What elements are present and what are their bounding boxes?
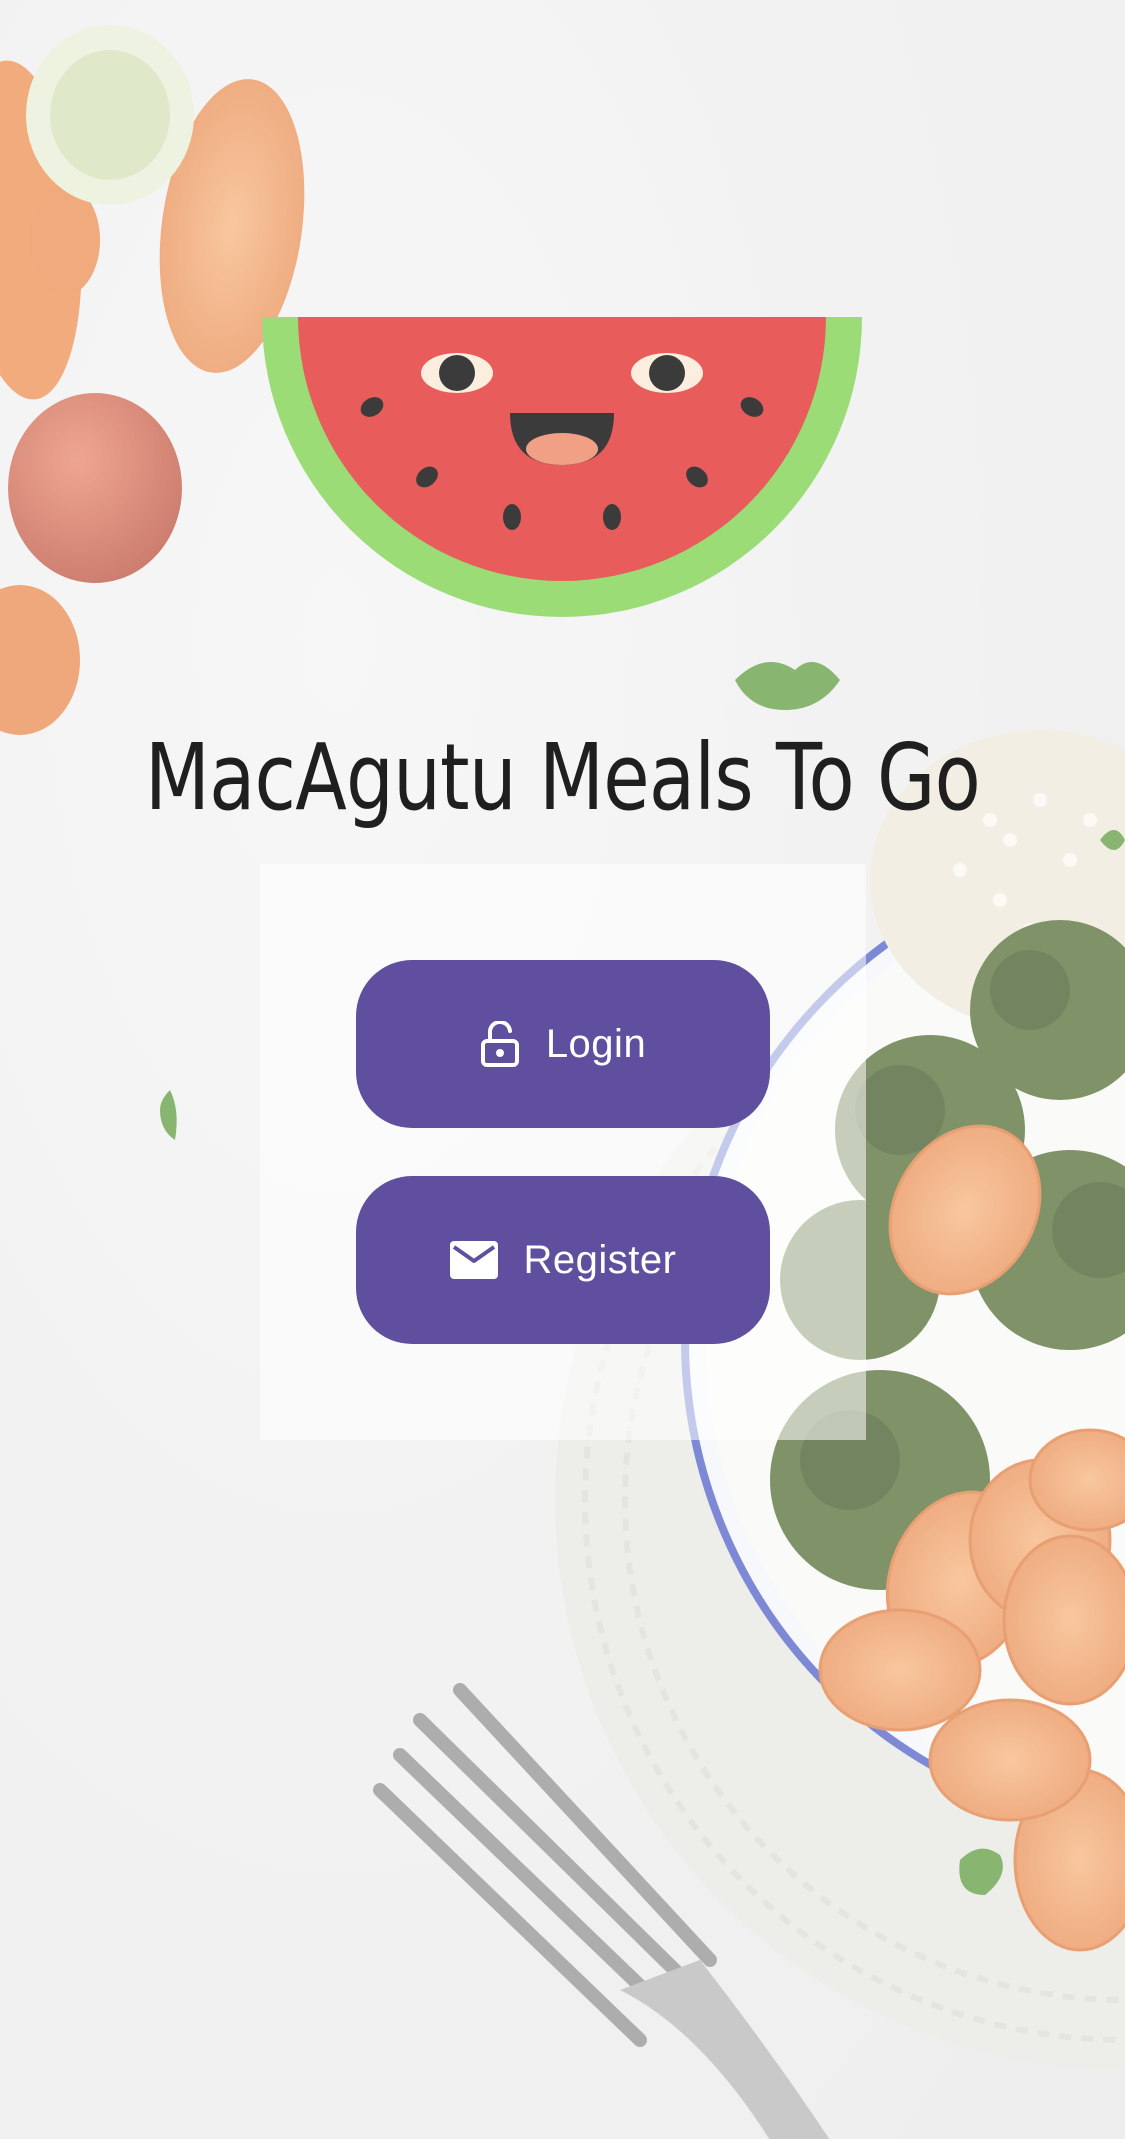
lock-open-icon [480, 1021, 520, 1067]
login-button-label: Login [545, 1021, 647, 1066]
login-screen: MacAgutu Meals To Go Login Register [0, 0, 1125, 2139]
auth-card: Login Register [260, 864, 866, 1440]
login-button[interactable]: Login [356, 960, 770, 1128]
mail-icon [449, 1241, 498, 1279]
watermelon-mascot-logo [262, 317, 862, 617]
app-title: MacAgutu Meals To Go [144, 724, 981, 831]
register-button-label: Register [523, 1237, 677, 1282]
register-button[interactable]: Register [356, 1176, 770, 1344]
